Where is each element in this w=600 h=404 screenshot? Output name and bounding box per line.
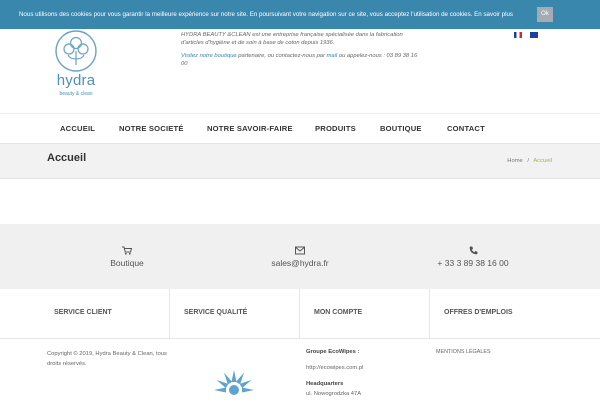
nav-item-societe[interactable]: NOTRE SOCIETÉ [119,124,184,133]
breadcrumb: Home / Accueil [507,158,552,164]
logo-wordmark: hydra [56,72,96,89]
breadcrumb-separator: / [527,158,530,164]
hq-address: ul. Nowogrodzka 47A [306,391,362,397]
cotton-flower-icon [55,30,97,72]
breadcrumb-home[interactable]: Home [507,158,522,164]
group-url-link[interactable]: http://ecowipes.com.pl [306,365,363,371]
nav-item-contact[interactable]: CONTACT [447,124,485,133]
footer-link-emplois[interactable]: OFFRES D'EMPLOIS [430,289,560,338]
group-title-text: Groupe EcoWipes : [306,349,360,355]
copyright-text: Copyright © 2019, Hydra Beauty & Clean, … [47,351,167,367]
nav-item-savoir-faire[interactable]: NOTRE SAVOIR-FAIRE [207,124,293,133]
footer-link-label: SERVICE QUALITÉ [184,309,248,316]
footer-links: SERVICE CLIENT SERVICE QUALITÉ MON COMPT… [40,289,560,338]
header-contact-line: Visitez notre boutique partenaire, ou co… [181,52,421,68]
cart-icon [122,246,132,255]
logo-subtitle: beauty & clean [59,91,93,97]
company-tagline: HYDRA BEAUTY &CLEAN est une entreprise f… [181,32,403,46]
breadcrumb-current: Accueil [533,158,552,164]
legal-link[interactable]: MENTIONS LÉGALES [436,349,491,355]
footer-link-mon-compte[interactable]: MON COMPTE [300,289,430,338]
cookie-ok-button[interactable]: Ok [537,7,553,22]
mail-link[interactable]: mail [327,53,338,59]
footer-link-label: SERVICE CLIENT [54,309,112,316]
shop-label: Boutique [110,258,144,268]
shop-link[interactable]: Visitez notre boutique [181,53,237,59]
cookie-text: Nous utilisons des cookies pour vous gar… [18,11,473,18]
contact-middle-text: partenaire, ou contactez-nous par [238,53,325,59]
hq-title: Headquarters [306,381,344,387]
shop-contact[interactable]: Boutique [57,246,197,268]
nav-item-boutique[interactable]: BOUTIQUE [380,124,422,133]
nav-item-accueil[interactable]: ACCUEIL [60,124,95,133]
page-title: Accueil [47,152,87,164]
phone-icon [469,246,477,255]
fr-flag-icon[interactable] [514,32,522,38]
footer-link-label: OFFRES D'EMPLOIS [444,309,513,316]
cookie-banner: Nous utilisons des cookies pour vous gar… [0,0,600,29]
footer-link-label: MON COMPTE [314,309,363,316]
phone-label: + 33 3 89 38 16 00 [437,258,509,268]
hydra-logo[interactable]: hydra beauty & clean [52,29,100,99]
cookie-message: Nous utilisons des cookies pour vous gar… [0,0,532,29]
phone-contact[interactable]: + 33 3 89 38 16 00 [403,246,543,268]
ecowipes-logo-icon [214,370,254,395]
envelope-icon [295,246,305,255]
nav-item-produits[interactable]: PRODUITS [315,124,356,133]
email-contact[interactable]: sales@hydra.fr [230,246,370,268]
page-title-band: Accueil Home / Accueil [0,143,600,179]
contact-strip: Boutique sales@hydra.fr + 33 3 89 38 16 … [0,224,600,289]
main-nav: ACCUEIL NOTRE SOCIETÉ NOTRE SAVOIR-FAIRE… [0,113,600,143]
uk-flag-icon[interactable] [530,32,538,38]
site-footer: Copyright © 2019, Hydra Beauty & Clean, … [0,338,600,400]
footer-link-service-client[interactable]: SERVICE CLIENT [40,289,170,338]
group-title: Groupe EcoWipes : [306,349,359,355]
cookie-more-link[interactable]: En savoir plus [474,11,513,18]
email-label: sales@hydra.fr [271,258,329,268]
footer-link-service-qualite[interactable]: SERVICE QUALITÉ [170,289,300,338]
